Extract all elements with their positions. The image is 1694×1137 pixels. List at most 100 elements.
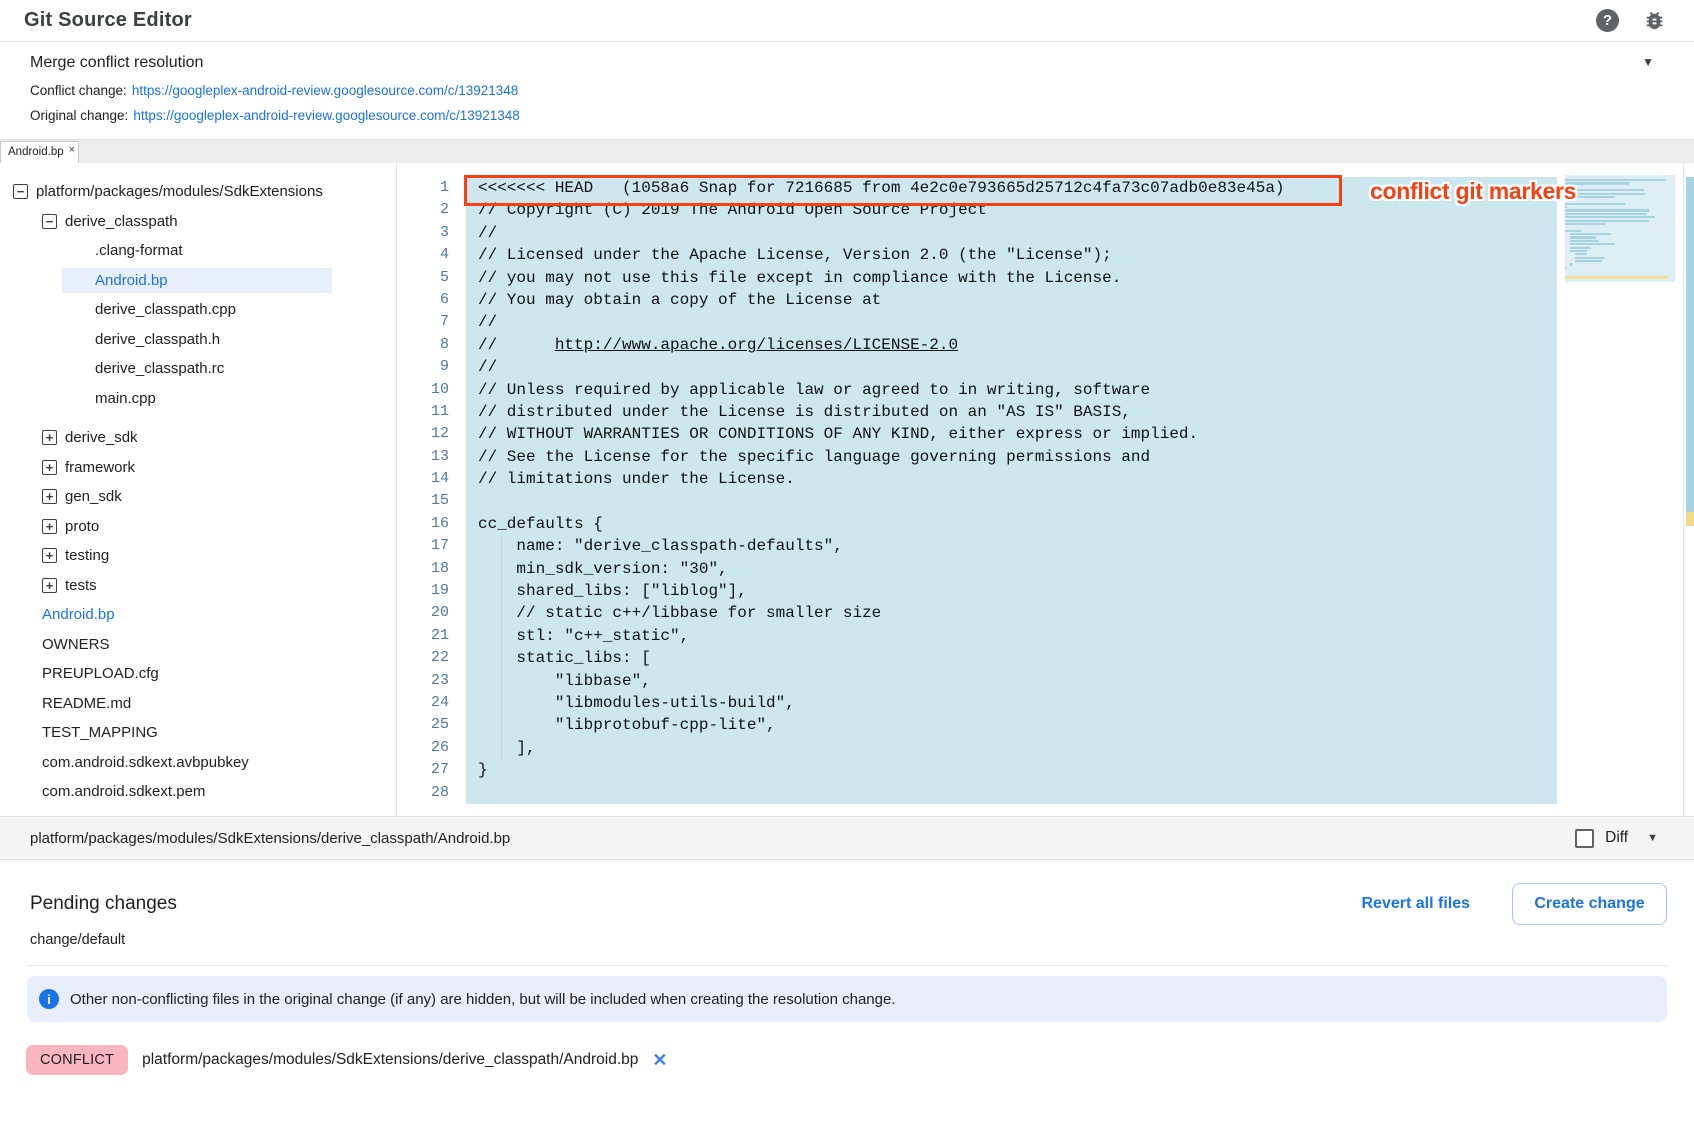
tree-item-framework[interactable]: +framework bbox=[0, 453, 396, 483]
expand-icon[interactable]: + bbox=[42, 430, 57, 445]
code-line-28 bbox=[478, 782, 1285, 804]
expand-icon[interactable]: + bbox=[42, 578, 57, 593]
line-number: 16 bbox=[398, 513, 453, 535]
tab-android-bp[interactable]: Android.bp × bbox=[0, 141, 79, 164]
code-text: static_libs: [ bbox=[478, 649, 651, 667]
minimap-line-bar bbox=[1565, 220, 1649, 222]
code-line-20: // static c++/libbase for smaller size bbox=[478, 602, 1285, 624]
expand-icon[interactable]: + bbox=[42, 519, 57, 534]
tree-item-com-android-sdkext-pem[interactable]: com.android.sdkext.pem bbox=[0, 777, 396, 807]
line-number: 11 bbox=[398, 401, 453, 423]
line-number: 3 bbox=[398, 222, 453, 244]
remove-file-icon[interactable]: ✕ bbox=[652, 1051, 667, 1069]
tree-item-label: .clang-format bbox=[95, 242, 183, 259]
diff-toggle-group: Diff ▼ bbox=[1575, 829, 1658, 848]
file-tree: −platform/packages/modules/SdkExtensions… bbox=[0, 163, 397, 816]
tree-item-label: testing bbox=[65, 547, 109, 564]
diff-checkbox[interactable] bbox=[1575, 829, 1594, 848]
conflict-change-link[interactable]: https://googleplex-android-review.google… bbox=[132, 83, 519, 98]
minimap-line-bar bbox=[1565, 213, 1647, 215]
tab-strip: Android.bp × bbox=[0, 139, 1694, 163]
code-line-25: "libprotobuf-cpp-lite", bbox=[478, 714, 1285, 736]
overview-ruler-divider bbox=[1683, 163, 1684, 816]
tree-item-derive-sdk[interactable]: +derive_sdk bbox=[0, 423, 396, 453]
diff-caret-icon[interactable]: ▼ bbox=[1647, 832, 1658, 844]
tree-item-tests[interactable]: + tests bbox=[0, 571, 396, 601]
tab-label: Android.bp bbox=[8, 145, 64, 160]
tree-item-label: derive_classpath bbox=[65, 213, 178, 230]
tree-item-testing[interactable]: + testing bbox=[0, 541, 396, 571]
tree-item-label: README.md bbox=[42, 695, 131, 712]
app-header: Git Source Editor ? bbox=[0, 0, 1694, 42]
original-change-link[interactable]: https://googleplex-android-review.google… bbox=[133, 108, 520, 123]
code-text: "libmodules-utils-build", bbox=[478, 694, 795, 712]
tree-item-test-mapping[interactable]: TEST_MAPPING bbox=[0, 718, 396, 748]
tree-item-label: main.cpp bbox=[95, 390, 156, 407]
minimap-line-bar bbox=[1565, 223, 1605, 225]
tree-item-derive-classpath-cpp[interactable]: derive_classpath.cpp bbox=[0, 295, 396, 325]
collapse-icon[interactable]: − bbox=[13, 184, 28, 199]
conflict-file-row: CONFLICT platform/packages/modules/SdkEx… bbox=[26, 1045, 667, 1075]
expand-icon[interactable]: + bbox=[42, 489, 57, 504]
expand-icon[interactable]: + bbox=[42, 548, 57, 563]
line-number: 13 bbox=[398, 446, 453, 468]
tree-item-label: TEST_MAPPING bbox=[42, 724, 158, 741]
tree-item-android-bp[interactable]: Android.bp bbox=[0, 266, 396, 296]
code-line-12: // WITHOUT WARRANTIES OR CONDITIONS OF A… bbox=[478, 423, 1285, 445]
tree-item-main-cpp[interactable]: main.cpp bbox=[0, 384, 396, 414]
tree-item-gen-sdk[interactable]: + gen_sdk bbox=[0, 482, 396, 512]
code-text: // bbox=[478, 224, 497, 242]
revert-all-files-button[interactable]: Revert all files bbox=[1362, 895, 1471, 913]
tree-item-platform-packages-modules-sdkextensions[interactable]: −platform/packages/modules/SdkExtensions bbox=[0, 177, 396, 207]
expand-icon[interactable]: + bbox=[42, 460, 57, 475]
code-text: shared_libs: ["liblog"], bbox=[478, 582, 747, 600]
original-change-row: Original change: https://googleplex-andr… bbox=[30, 108, 520, 123]
info-icon: i bbox=[39, 989, 59, 1009]
tree-item--clang-format[interactable]: .clang-format bbox=[0, 236, 396, 266]
line-number: 14 bbox=[398, 468, 453, 490]
line-number: 19 bbox=[398, 580, 453, 602]
line-number: 8 bbox=[398, 334, 453, 356]
conflict-file-path: platform/packages/modules/SdkExtensions/… bbox=[142, 1051, 638, 1069]
minimap-line-bar bbox=[1570, 247, 1592, 249]
scrollbar-changed-marker[interactable] bbox=[1686, 177, 1694, 512]
tree-item-proto[interactable]: +proto bbox=[0, 512, 396, 542]
code-text: // Licensed under the Apache License, Ve… bbox=[478, 246, 1112, 264]
collapse-icon[interactable]: − bbox=[42, 214, 57, 229]
conflict-status-badge: CONFLICT bbox=[26, 1045, 128, 1075]
code-line-2: // Copyright (C) 2019 The Android Open S… bbox=[478, 199, 1285, 221]
tree-item-label: gen_sdk bbox=[65, 488, 122, 505]
tree-item-derive-classpath[interactable]: −derive_classpath bbox=[0, 207, 396, 237]
line-number: 24 bbox=[398, 692, 453, 714]
conflict-change-row: Conflict change: https://googleplex-andr… bbox=[30, 83, 518, 98]
minimap-line-bar bbox=[1570, 263, 1572, 265]
bug-report-icon[interactable] bbox=[1643, 9, 1666, 32]
minimap[interactable] bbox=[1565, 175, 1675, 282]
minimap-line-bar bbox=[1565, 216, 1655, 218]
line-number: 4 bbox=[398, 244, 453, 266]
code-text: <<<<<<< HEAD (1058a6 Snap for 7216685 fr… bbox=[478, 179, 1285, 197]
collapse-caret-icon[interactable]: ▼ bbox=[1642, 55, 1654, 69]
code-editor[interactable]: 1234567891011121314151617181920212223242… bbox=[398, 163, 1694, 816]
tree-item-label: tests bbox=[65, 577, 97, 594]
tree-item-derive-classpath-h[interactable]: derive_classpath.h bbox=[0, 325, 396, 355]
help-icon[interactable]: ? bbox=[1596, 9, 1619, 32]
page-title: Git Source Editor bbox=[24, 9, 192, 32]
tree-item-android-bp[interactable]: Android.bp bbox=[0, 600, 396, 630]
code-line-3: // bbox=[478, 222, 1285, 244]
info-banner: i Other non-conflicting files in the ori… bbox=[27, 976, 1667, 1022]
line-number: 15 bbox=[398, 490, 453, 512]
code-content[interactable]: <<<<<<< HEAD (1058a6 Snap for 7216685 fr… bbox=[478, 177, 1285, 804]
tree-item-readme-md[interactable]: README.md bbox=[0, 689, 396, 719]
line-number: 25 bbox=[398, 714, 453, 736]
tab-close-icon[interactable]: × bbox=[69, 145, 75, 156]
tree-item-derive-classpath-rc[interactable]: derive_classpath.rc bbox=[0, 354, 396, 384]
create-change-button[interactable]: Create change bbox=[1512, 883, 1667, 925]
code-line-13: // See the License for the specific lang… bbox=[478, 446, 1285, 468]
tree-item-com-android-sdkext-avbpubkey[interactable]: com.android.sdkext.avbpubkey bbox=[0, 748, 396, 778]
tree-item-preupload-cfg[interactable]: PREUPLOAD.cfg bbox=[0, 659, 396, 689]
code-line-15 bbox=[478, 490, 1285, 512]
code-line-5: // you may not use this file except in c… bbox=[478, 267, 1285, 289]
tree-item-owners[interactable]: OWNERS bbox=[0, 630, 396, 660]
pending-changes-title: Pending changes bbox=[30, 893, 177, 915]
